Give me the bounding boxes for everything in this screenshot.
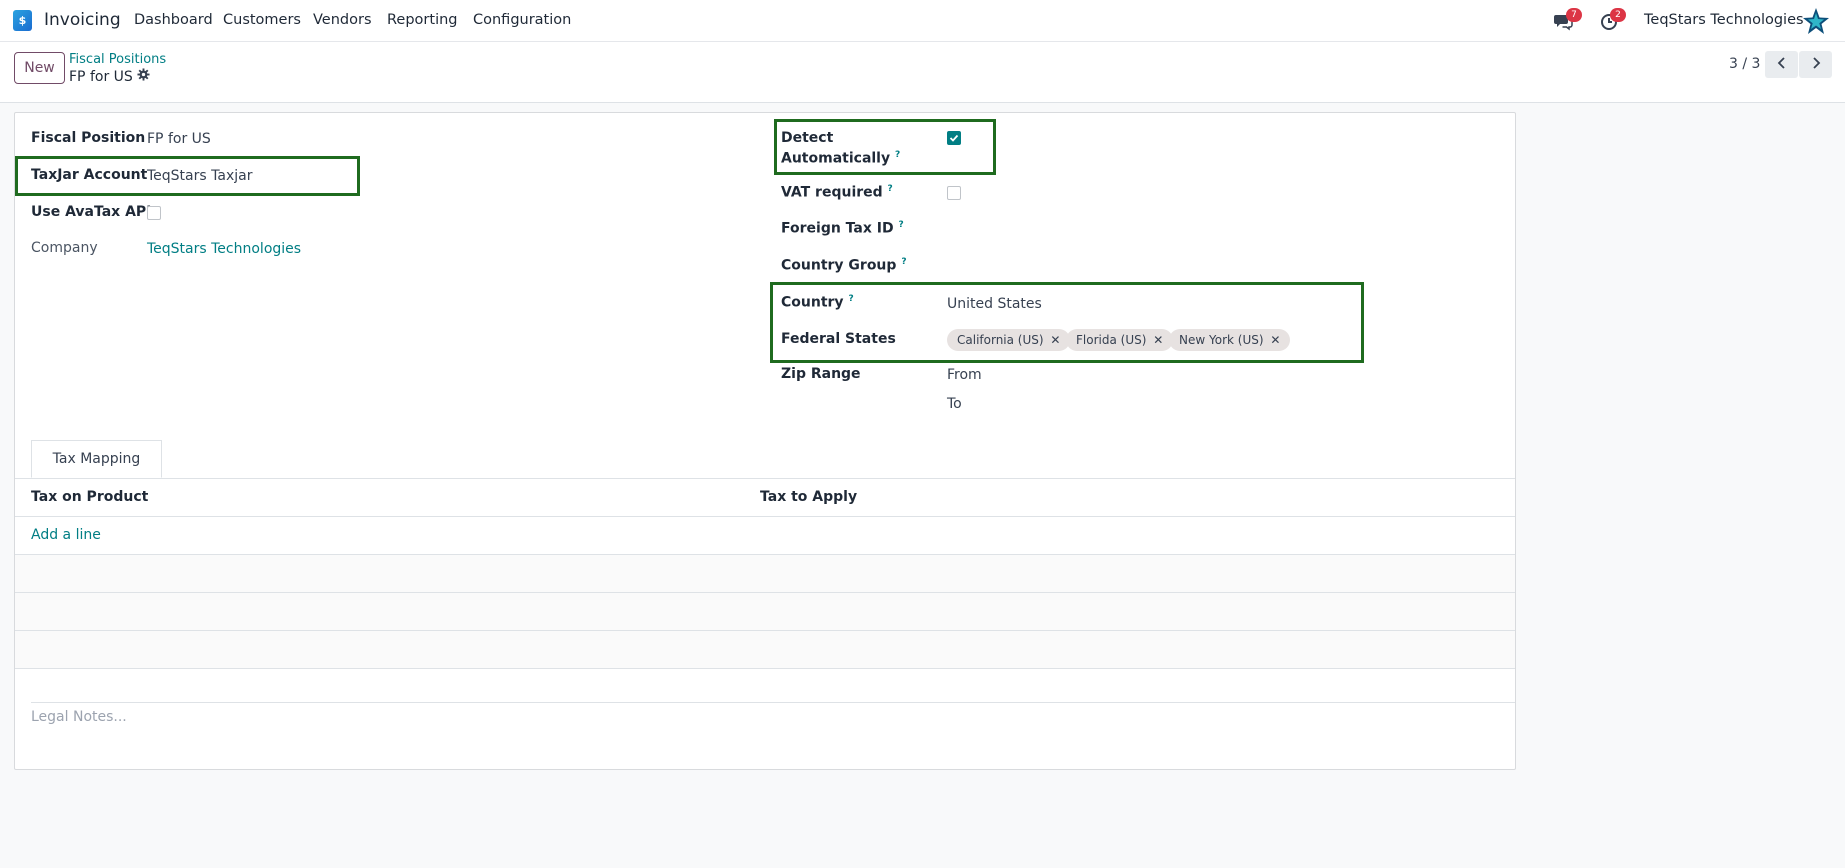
taxjar-account-field[interactable]: TeqStars Taxjar — [147, 168, 252, 184]
help-icon[interactable]: ? — [901, 257, 906, 267]
activity-clock-icon[interactable]: 2 — [1600, 8, 1626, 31]
company-label: Company — [31, 240, 98, 256]
taxjar-account-label: TaxJar Account — [31, 167, 148, 183]
remove-tag-icon[interactable]: ✕ — [1050, 333, 1060, 347]
checkmark-icon — [949, 134, 959, 142]
notes-divider — [31, 702, 1515, 703]
form-sheet: Fiscal Position FP for US TaxJar Account… — [14, 112, 1516, 770]
company-switcher[interactable]: TeqStars Technologies — [1644, 12, 1804, 28]
use-avatax-label: Use AvaTax API — [31, 204, 152, 220]
federal-states-label: Federal States — [781, 331, 896, 347]
federal-state-tag-label: Florida (US) — [1076, 333, 1147, 347]
menu-dashboard[interactable]: Dashboard — [134, 12, 213, 28]
table-row — [15, 631, 1515, 669]
vat-required-label-text: VAT required — [781, 184, 883, 201]
fiscal-position-label: Fiscal Position — [31, 130, 146, 146]
zip-from-field[interactable]: From — [947, 367, 982, 383]
help-icon[interactable]: ? — [898, 220, 903, 230]
detect-automatically-label: Automatically ? — [781, 150, 900, 167]
control-panel: New Fiscal Positions FP for US 3 / 3 — [0, 42, 1845, 103]
breadcrumb-current-label: FP for US — [69, 68, 133, 85]
pager-value[interactable]: 3 / 3 — [1729, 56, 1760, 72]
tab-tax-mapping[interactable]: Tax Mapping — [31, 440, 162, 478]
federal-states-field[interactable]: California (US) ✕ Florida (US) ✕ New Yor… — [947, 329, 1347, 351]
tab-divider — [15, 478, 1515, 479]
column-tax-on-product[interactable]: Tax on Product — [31, 489, 148, 505]
star-logo-icon[interactable] — [1802, 7, 1830, 35]
vat-required-checkbox[interactable] — [947, 186, 961, 200]
help-icon[interactable]: ? — [848, 294, 853, 304]
breadcrumb-current: FP for US — [69, 68, 150, 85]
help-icon[interactable]: ? — [895, 150, 900, 160]
use-avatax-checkbox[interactable] — [147, 206, 161, 220]
activities-badge: 2 — [1610, 8, 1626, 22]
federal-state-tag: Florida (US) ✕ — [1066, 329, 1174, 351]
federal-state-tag: New York (US) ✕ — [1169, 329, 1291, 351]
fiscal-position-field[interactable]: FP for US — [147, 131, 211, 147]
federal-state-tag-label: New York (US) — [1179, 333, 1264, 347]
table-row-divider — [15, 668, 1515, 669]
pager-previous-button[interactable] — [1765, 51, 1798, 78]
menu-reporting[interactable]: Reporting — [387, 12, 458, 28]
column-tax-to-apply[interactable]: Tax to Apply — [760, 489, 857, 505]
table-header-divider — [15, 516, 1515, 517]
table-row — [15, 593, 1515, 631]
foreign-tax-id-label: Foreign Tax ID ? — [781, 220, 904, 237]
menu-vendors[interactable]: Vendors — [313, 12, 372, 28]
help-icon[interactable]: ? — [888, 184, 893, 194]
country-label-text: Country — [781, 294, 844, 311]
country-group-label-text: Country Group — [781, 257, 897, 274]
pager-next-button[interactable] — [1799, 51, 1832, 78]
invoicing-app-icon[interactable]: $ — [13, 10, 32, 31]
chevron-right-icon — [1812, 57, 1820, 69]
messages-badge: 7 — [1566, 8, 1582, 22]
federal-state-tag-label: California (US) — [957, 333, 1044, 347]
country-label: Country ? — [781, 294, 854, 311]
app-name[interactable]: Invoicing — [44, 10, 121, 30]
remove-tag-icon[interactable]: ✕ — [1153, 333, 1163, 347]
zip-to-field[interactable]: To — [947, 396, 962, 412]
menu-configuration[interactable]: Configuration — [473, 12, 571, 28]
country-field[interactable]: United States — [947, 296, 1042, 312]
detect-automatically-checkbox[interactable] — [947, 131, 961, 145]
company-field[interactable]: TeqStars Technologies — [147, 241, 301, 257]
breadcrumb-fiscal-positions[interactable]: Fiscal Positions — [69, 52, 166, 67]
country-group-label: Country Group ? — [781, 257, 907, 274]
menu-customers[interactable]: Customers — [223, 12, 301, 28]
add-a-line-link[interactable]: Add a line — [31, 527, 101, 543]
new-button[interactable]: New — [14, 52, 65, 84]
messages-icon[interactable]: 7 — [1554, 8, 1582, 31]
zip-range-label: Zip Range — [781, 366, 861, 382]
gear-icon[interactable] — [137, 68, 150, 85]
chevron-left-icon — [1777, 57, 1785, 69]
federal-state-tag: California (US) ✕ — [947, 329, 1071, 351]
table-row — [15, 555, 1515, 593]
foreign-tax-id-label-text: Foreign Tax ID — [781, 220, 894, 237]
legal-notes-field[interactable]: Legal Notes... — [31, 709, 127, 725]
vat-required-label: VAT required ? — [781, 184, 893, 201]
detect-automatically-label-line2: Automatically — [781, 150, 891, 167]
detect-automatically-label-line1: Detect — [781, 130, 834, 146]
remove-tag-icon[interactable]: ✕ — [1270, 333, 1280, 347]
top-navbar: $ Invoicing Dashboard Customers Vendors … — [0, 0, 1845, 42]
